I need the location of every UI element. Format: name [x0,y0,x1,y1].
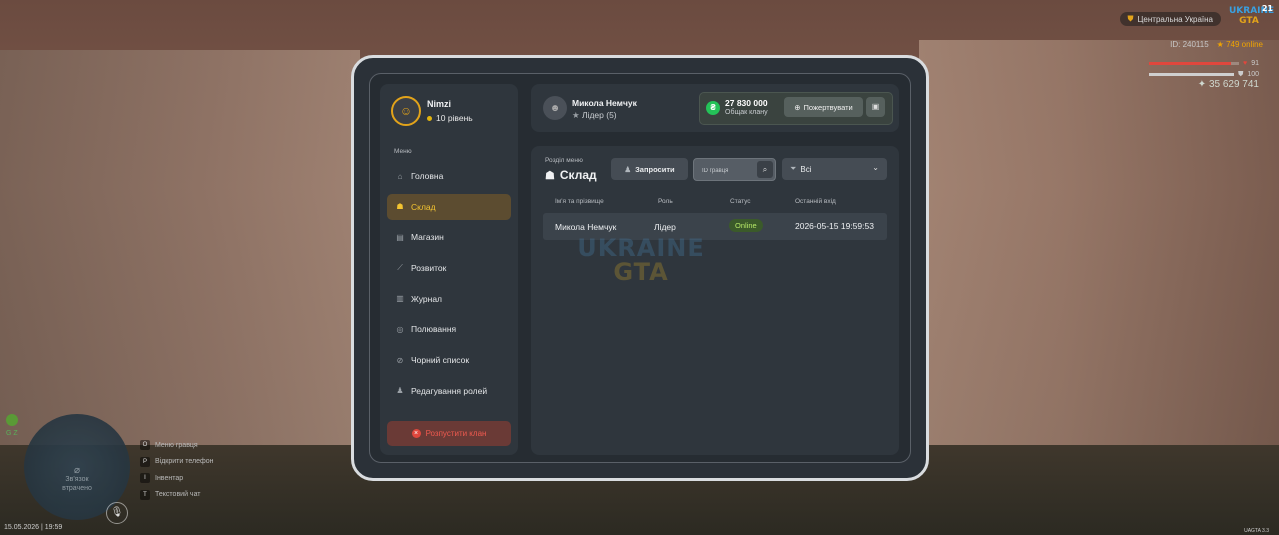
user-edit-icon: ♟ [396,386,404,396]
home-icon: ⌂ [397,171,403,181]
user-plus-icon: ♟ [624,164,632,174]
player-name: Nimzi [427,99,452,109]
player-id-row: ID: 240115 ★ 749 online [1170,40,1263,49]
sidebar-item-hunting[interactable]: ◎ Полювання [387,316,511,342]
microphone-icon[interactable]: 🎙 [106,502,128,524]
basket-icon: ▤ [396,232,404,242]
avatar: ☺ [391,96,421,126]
sidebar-item-blacklist[interactable]: ⊘ Чорний список [387,347,511,373]
search-icon: ⌕ [762,165,768,174]
health-value: 91 [1251,60,1259,67]
money-display: ✦ 35 629 741 [1197,79,1259,90]
chevron-down-icon: ⌄ [872,163,879,172]
fund-label: Общак клану [725,109,768,116]
fund-value: 27 830 000 [725,98,768,108]
player-level-badge: 21 [1261,4,1273,13]
heart-icon: ♥ [1243,60,1248,67]
armor-bar [1149,73,1235,76]
section-subtitle: Розділ меню [545,157,583,164]
search-button[interactable]: ⌕ [757,161,773,178]
tablet-screen: ☺ Nimzi 10 рівень Меню ⌂ Головна ☗ Склад ▤… [369,73,911,463]
clan-fund: ₴ 27 830 000 Общак клану ⊕ Пожертвувати … [699,92,893,125]
player-level: 10 рівень [427,113,473,123]
column-last-login: Останній вхід [795,198,836,205]
hint-inventory: I Інвентар [140,470,214,487]
column-name: Ім'я та прізвище [555,198,604,205]
status-filter-dropdown[interactable]: ⏷ Всі ⌄ [782,158,887,180]
background-wall-left [0,50,360,480]
plus-circle-icon: ⊕ [794,102,801,112]
donate-button[interactable]: ⊕ Пожертвувати [784,97,863,117]
player-profile: ☺ Nimzi 10 рівень [391,96,473,126]
leader-role: ★ Лідер (5) [572,110,617,120]
hint-phone: P Відкрити телефон [140,454,214,471]
online-count: ★ 749 online [1216,40,1263,49]
no-signal-icon: ⌀ [73,465,81,476]
status-badge: Online [729,219,763,232]
storage-section: Розділ меню ☗ Склад ♟ Запросити ⌕ ⏷ Всі … [531,146,899,455]
sidebar-menu: ⌂ Головна ☗ Склад ▤ Магазин ⟋ Розвиток ▥ Журн… [387,163,511,409]
background-wall-right [919,40,1279,470]
shield-icon: ⛊ [1127,14,1134,23]
table-header: Ім'я та прізвище Роль Статус Останній вх… [543,198,887,210]
member-name: Микола Немчук [555,222,617,232]
keybind-hints: O Меню гравця P Відкрити телефон I Інвентар… [140,437,214,503]
block-icon: ⊘ [396,355,404,365]
disband-clan-button[interactable]: × Розпустити клан [387,421,511,446]
invite-button[interactable]: ♟ Запросити [611,158,688,180]
gps-label: G Z [6,430,18,437]
user-avatar-icon: ☻ [543,96,567,120]
menu-title: Меню [394,148,412,155]
watermark-logo: UKRAINE GTA [577,234,705,286]
star-icon: ★ [572,110,580,120]
sidebar-item-roles[interactable]: ♟ Редагування ролей [387,378,511,404]
armor-value: 100 [1247,71,1259,78]
filter-icon: ⏷ [790,164,797,173]
close-icon: × [411,429,421,438]
search-box: ⌕ [693,158,776,181]
member-role: Лідер [654,222,676,232]
star-icon: ★ [1216,40,1224,49]
sidebar-item-development[interactable]: ⟋ Розвиток [387,255,511,281]
book-icon: ▥ [396,294,404,304]
datetime: 15.05.2026 | 19:59 [4,524,63,531]
hint-chat: T Текстовий чат [140,487,214,504]
sidebar-item-home[interactable]: ⌂ Головна [387,163,511,189]
column-status: Статус [730,198,751,205]
hint-player-menu: O Меню гравця [140,437,214,454]
player-id-input[interactable] [700,163,759,178]
vitals: ♥ 91 ⛊ 100 [1149,58,1259,80]
build-version: UAGTA 3.3 [1244,528,1269,534]
armor-icon: ⛊ [1238,70,1244,78]
users-icon: ☗ [396,202,404,212]
sidebar-item-storage[interactable]: ☗ Склад [387,193,511,220]
coin-icon: ₴ [706,101,720,115]
column-role: Роль [658,198,673,205]
chart-icon: ⟋ [397,263,403,273]
level-dot-icon [427,115,432,121]
sidebar-item-shop[interactable]: ▤ Магазин [387,224,511,250]
gps-icon [6,414,18,426]
server-name: Центральна Україна [1137,14,1213,24]
player-id: ID: 240115 [1170,40,1209,49]
member-last-login: 2026-05-15 19:59:53 [795,221,874,231]
health-bar [1149,62,1240,65]
clan-header: ☻ Микола Немчук ★ Лідер (5) ₴ 27 830 000… [531,84,899,132]
sidebar: ☺ Nimzi 10 рівень Меню ⌂ Головна ☗ Склад ▤… [380,84,518,455]
server-badge: ⛊ Центральна Україна [1119,12,1221,26]
game-logo: UKRAINE GTA 21 [1229,4,1275,26]
page-title: ☗ Склад [545,168,597,182]
users-icon: ☗ [545,169,555,182]
cash-icon: ✦ [1197,79,1207,90]
leader-name: Микола Немчук [572,98,637,108]
sidebar-item-journal[interactable]: ▥ Журнал [387,286,511,312]
clan-tablet: ☺ Nimzi 10 рівень Меню ⌂ Головна ☗ Склад ▤… [351,55,929,481]
fund-history-button[interactable]: ▣ [866,97,885,117]
wallet-icon: ▣ [871,102,880,111]
target-icon: ◎ [396,324,404,334]
